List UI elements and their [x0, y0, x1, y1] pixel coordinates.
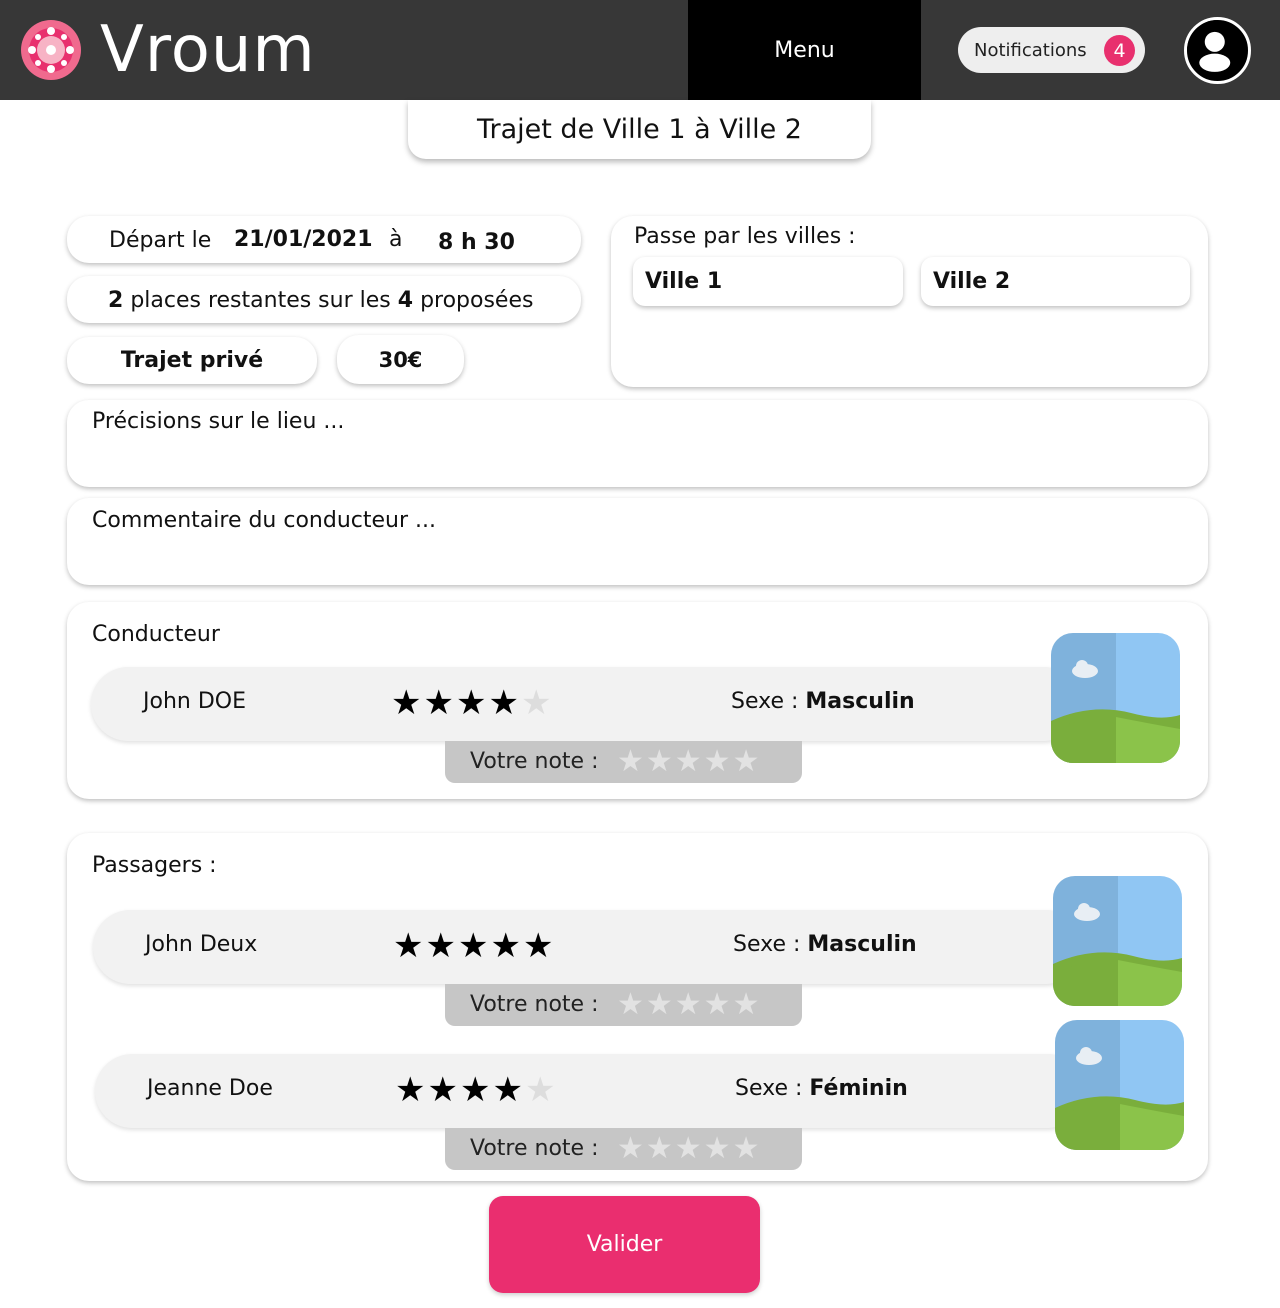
- location-details-field[interactable]: Précisions sur le lieu ...: [67, 400, 1208, 487]
- driver-comment-placeholder: Commentaire du conducteur ...: [92, 508, 436, 533]
- driver-card: Conducteur John DOE ★★★★★ Sexe : Masculi…: [67, 602, 1208, 799]
- sexe-label: Sexe :: [733, 932, 801, 957]
- location-details-placeholder: Précisions sur le lieu ...: [92, 409, 345, 434]
- driver-comment-field[interactable]: Commentaire du conducteur ...: [67, 498, 1208, 585]
- your-rating-label: Votre note :: [470, 992, 599, 1017]
- driver-rating-stars: ★★★★★: [391, 683, 554, 723]
- user-avatar-icon[interactable]: [1184, 17, 1251, 84]
- passenger-row: Jeanne Doe ★★★★★ Sexe : Féminin: [95, 1054, 1085, 1128]
- driver-your-rating[interactable]: Votre note : ★★★★★: [445, 741, 802, 783]
- departure-time: 8 h 30: [438, 230, 515, 255]
- sexe-label: Sexe :: [735, 1076, 803, 1101]
- notifications-label: Notifications: [974, 39, 1087, 61]
- sexe-label: Sexe :: [731, 689, 799, 714]
- sexe-value: Masculin: [807, 932, 917, 957]
- seats-total: 4: [397, 288, 414, 313]
- seats-text-1: places restantes sur les: [130, 288, 391, 313]
- sexe-value: Masculin: [805, 689, 915, 714]
- passenger-sexe: Sexe : Masculin: [733, 932, 917, 957]
- passenger-rating-stars: ★★★★★: [393, 926, 556, 966]
- seats-remaining: 2: [108, 288, 124, 313]
- driver-section-label: Conducteur: [92, 622, 220, 647]
- departure-date: 21/01/2021: [234, 227, 373, 252]
- passenger-name: John Deux: [145, 932, 258, 957]
- passengers-section-label: Passagers :: [92, 853, 217, 878]
- cities-card: Passe par les villes : Ville 1 Ville 2: [611, 216, 1208, 387]
- city-item: Ville 2: [921, 257, 1190, 306]
- notifications-count-badge: 4: [1104, 35, 1135, 66]
- menu-button[interactable]: Menu: [688, 0, 921, 100]
- submit-button[interactable]: Valider: [489, 1196, 760, 1293]
- driver-row: John DOE ★★★★★ Sexe : Masculin: [91, 667, 1081, 741]
- cities-label: Passe par les villes :: [634, 224, 856, 249]
- passenger-your-rating[interactable]: Votre note : ★★★★★: [445, 984, 802, 1026]
- app-name: Vroum: [100, 13, 316, 87]
- rating-input-stars[interactable]: ★★★★★: [617, 1130, 761, 1168]
- trip-title: Trajet de Ville 1 à Ville 2: [408, 100, 871, 159]
- rating-input-stars[interactable]: ★★★★★: [617, 743, 761, 781]
- at-label: à: [389, 227, 403, 252]
- passenger-your-rating[interactable]: Votre note : ★★★★★: [445, 1128, 802, 1170]
- passenger-row: John Deux ★★★★★ Sexe : Masculin: [93, 910, 1083, 984]
- passenger-sexe: Sexe : Féminin: [735, 1076, 908, 1101]
- driver-name: John DOE: [143, 689, 246, 714]
- departure-info: Départ le 21/01/2021 à 8 h 30: [67, 216, 581, 263]
- wheel-logo-icon: [21, 20, 81, 80]
- rating-input-stars[interactable]: ★★★★★: [617, 986, 761, 1024]
- sexe-value: Féminin: [809, 1076, 908, 1101]
- departure-label: Départ le: [109, 228, 212, 253]
- trip-privacy: Trajet privé: [67, 337, 317, 384]
- city-item: Ville 1: [633, 257, 903, 306]
- trip-price: 30€: [337, 335, 464, 384]
- your-rating-label: Votre note :: [470, 749, 599, 774]
- passengers-card: Passagers : John Deux ★★★★★ Sexe : Mascu…: [67, 833, 1208, 1181]
- passenger-name: Jeanne Doe: [147, 1076, 273, 1101]
- seats-info: 2 places restantes sur les 4 proposées: [67, 276, 581, 323]
- seats-text: 2 places restantes sur les 4 proposées: [108, 288, 533, 313]
- passenger-rating-stars: ★★★★★: [395, 1070, 558, 1110]
- driver-sexe: Sexe : Masculin: [731, 689, 915, 714]
- your-rating-label: Votre note :: [470, 1136, 599, 1161]
- header: Vroum Menu Notifications 4: [0, 0, 1280, 100]
- driver-photo-placeholder-icon: [1051, 633, 1180, 763]
- passenger-photo-placeholder-icon: [1053, 876, 1182, 1006]
- passenger-photo-placeholder-icon: [1055, 1020, 1184, 1150]
- notifications-button[interactable]: Notifications 4: [958, 27, 1145, 73]
- seats-text-2: proposées: [420, 288, 534, 313]
